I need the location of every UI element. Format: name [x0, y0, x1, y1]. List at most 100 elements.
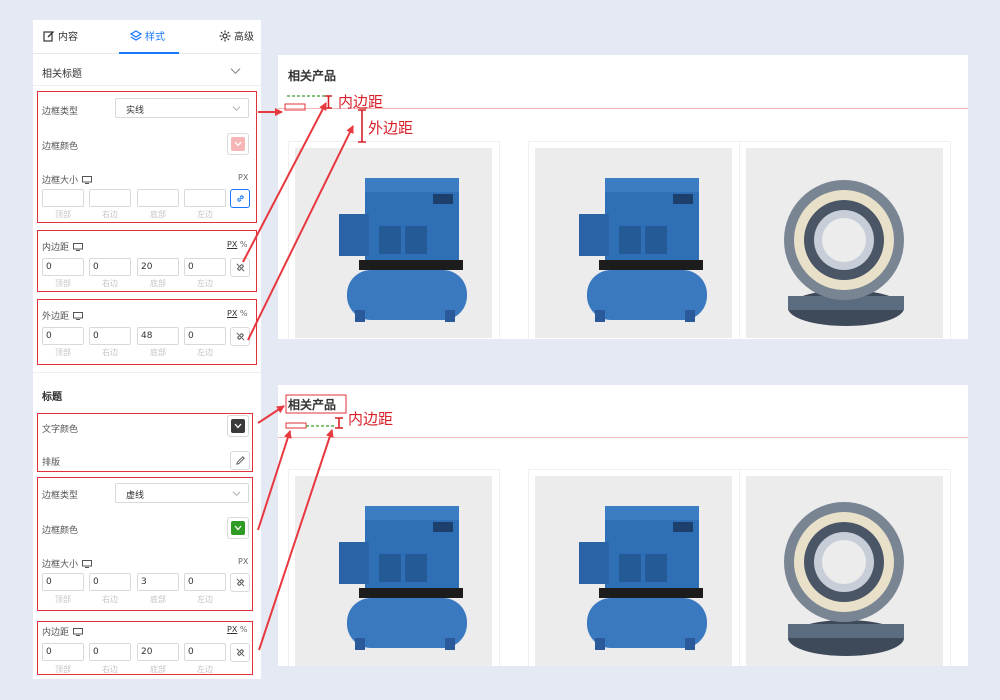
- padding-left-input[interactable]: 0: [184, 258, 226, 276]
- monitor-icon[interactable]: [82, 175, 93, 184]
- margin-left-input[interactable]: 0: [184, 327, 226, 345]
- product-card[interactable]: [288, 141, 500, 339]
- padding-right-input[interactable]: 0: [89, 643, 131, 661]
- unit-percent[interactable]: %: [240, 309, 248, 318]
- caption-bottom: 底部: [150, 665, 166, 674]
- unit-px[interactable]: PX: [227, 309, 237, 318]
- style-settings-panel: 内容 样式 高级 相关标题 边框类型 实线 边框颜色 边框大小 PX 顶部 右边…: [33, 20, 261, 679]
- text-color-label: 文字颜色: [42, 425, 79, 435]
- annotation-padding-label: 内边距: [348, 410, 394, 428]
- border-type-select[interactable]: 实线: [115, 98, 249, 118]
- border-size-top-input[interactable]: 0: [42, 573, 84, 591]
- padding-top-input[interactable]: 0: [42, 258, 84, 276]
- air-compressor-icon: [579, 178, 707, 322]
- caption-bottom: 底部: [150, 279, 166, 288]
- border-size-right-input[interactable]: 0: [89, 573, 131, 591]
- border-size-right-input[interactable]: [89, 189, 131, 207]
- border-size-left-input[interactable]: 0: [184, 573, 226, 591]
- unit-px[interactable]: PX: [238, 173, 248, 182]
- padding-bottom-input[interactable]: 20: [137, 258, 179, 276]
- unit-px[interactable]: PX: [238, 557, 248, 566]
- link-values-button[interactable]: [230, 643, 250, 662]
- typography-edit-button[interactable]: [230, 451, 250, 470]
- caption-left: 左边: [197, 595, 213, 604]
- border-type-value: 实线: [126, 106, 145, 116]
- air-compressor-icon: [339, 178, 467, 322]
- divider: [33, 372, 261, 373]
- padding-left-input[interactable]: 0: [184, 643, 226, 661]
- bearing-icon: [784, 502, 904, 656]
- margin-unit[interactable]: PX %: [227, 309, 247, 318]
- padding-bottom-input[interactable]: 20: [137, 643, 179, 661]
- air-compressor-icon: [339, 506, 467, 650]
- unit-px[interactable]: PX: [227, 625, 237, 634]
- border-color-picker[interactable]: [227, 517, 249, 539]
- preview-title: 相关产品: [288, 69, 337, 83]
- link-values-button[interactable]: [230, 573, 250, 592]
- border-type-label: 边框类型: [42, 107, 79, 117]
- air-compressor-image: [535, 148, 732, 338]
- chevron-down-icon[interactable]: [230, 65, 241, 76]
- border-size-bottom-input[interactable]: [137, 189, 179, 207]
- bearing-image: [746, 476, 943, 666]
- link-values-button[interactable]: [230, 327, 250, 346]
- monitor-icon[interactable]: [73, 311, 84, 320]
- link-values-button[interactable]: [230, 258, 250, 277]
- active-tab-indicator: [119, 52, 179, 54]
- caption-right: 右边: [102, 665, 118, 674]
- bearing-icon: [784, 180, 904, 326]
- border-size-top-input[interactable]: [42, 189, 84, 207]
- air-compressor-icon: [579, 506, 707, 650]
- padding-label-text: 内边距: [42, 628, 70, 638]
- border-size-label: 边框大小: [42, 557, 93, 570]
- annotation-padding-label: 内边距: [338, 93, 384, 111]
- product-card[interactable]: [739, 141, 951, 339]
- chevron-down-icon: [232, 106, 241, 112]
- caption-left: 左边: [197, 210, 213, 219]
- caption-top: 顶部: [55, 279, 71, 288]
- border-size-left-input[interactable]: [184, 189, 226, 207]
- link-values-button[interactable]: [230, 189, 250, 208]
- padding-label: 内边距: [42, 625, 84, 638]
- product-card[interactable]: [528, 141, 740, 339]
- unlink-icon: [236, 648, 244, 657]
- section-related-title-header[interactable]: 相关标题: [42, 65, 82, 80]
- text-color-swatch: [231, 419, 245, 433]
- tab-style[interactable]: 样式: [130, 28, 165, 43]
- border-type-label: 边框类型: [42, 491, 79, 501]
- unit-px[interactable]: PX: [227, 240, 237, 249]
- product-card[interactable]: [528, 469, 740, 666]
- caption-right: 右边: [102, 348, 118, 357]
- padding-right-input[interactable]: 0: [89, 258, 131, 276]
- padding-top-input[interactable]: 0: [42, 643, 84, 661]
- monitor-icon[interactable]: [82, 559, 93, 568]
- text-color-picker[interactable]: [227, 415, 249, 437]
- air-compressor-image: [535, 476, 732, 666]
- product-card[interactable]: [739, 469, 951, 666]
- product-card[interactable]: [288, 469, 500, 666]
- caption-top: 顶部: [55, 665, 71, 674]
- border-size-unit[interactable]: PX: [238, 557, 248, 566]
- border-color-swatch: [231, 137, 245, 151]
- tab-advanced[interactable]: 高级: [219, 28, 254, 43]
- typography-label: 排版: [42, 458, 61, 468]
- unit-percent[interactable]: %: [240, 240, 248, 249]
- margin-right-input[interactable]: 0: [89, 327, 131, 345]
- border-size-unit[interactable]: PX: [238, 173, 248, 182]
- padding-unit[interactable]: PX %: [227, 240, 247, 249]
- monitor-icon[interactable]: [73, 627, 84, 636]
- border-type-select[interactable]: 虚线: [115, 483, 249, 503]
- margin-top-input[interactable]: 0: [42, 327, 84, 345]
- caption-left: 左边: [197, 348, 213, 357]
- annotation-margin-label: 外边距: [368, 119, 414, 137]
- section-title-header: 标题: [42, 392, 62, 403]
- unlink-icon: [236, 332, 244, 341]
- border-size-bottom-input[interactable]: 3: [137, 573, 179, 591]
- unit-percent[interactable]: %: [240, 625, 248, 634]
- padding-unit[interactable]: PX %: [227, 625, 247, 634]
- monitor-icon[interactable]: [73, 242, 84, 251]
- title-border-line: [278, 437, 968, 438]
- margin-bottom-input[interactable]: 48: [137, 327, 179, 345]
- tab-content[interactable]: 内容: [43, 28, 78, 43]
- border-color-picker[interactable]: [227, 133, 249, 155]
